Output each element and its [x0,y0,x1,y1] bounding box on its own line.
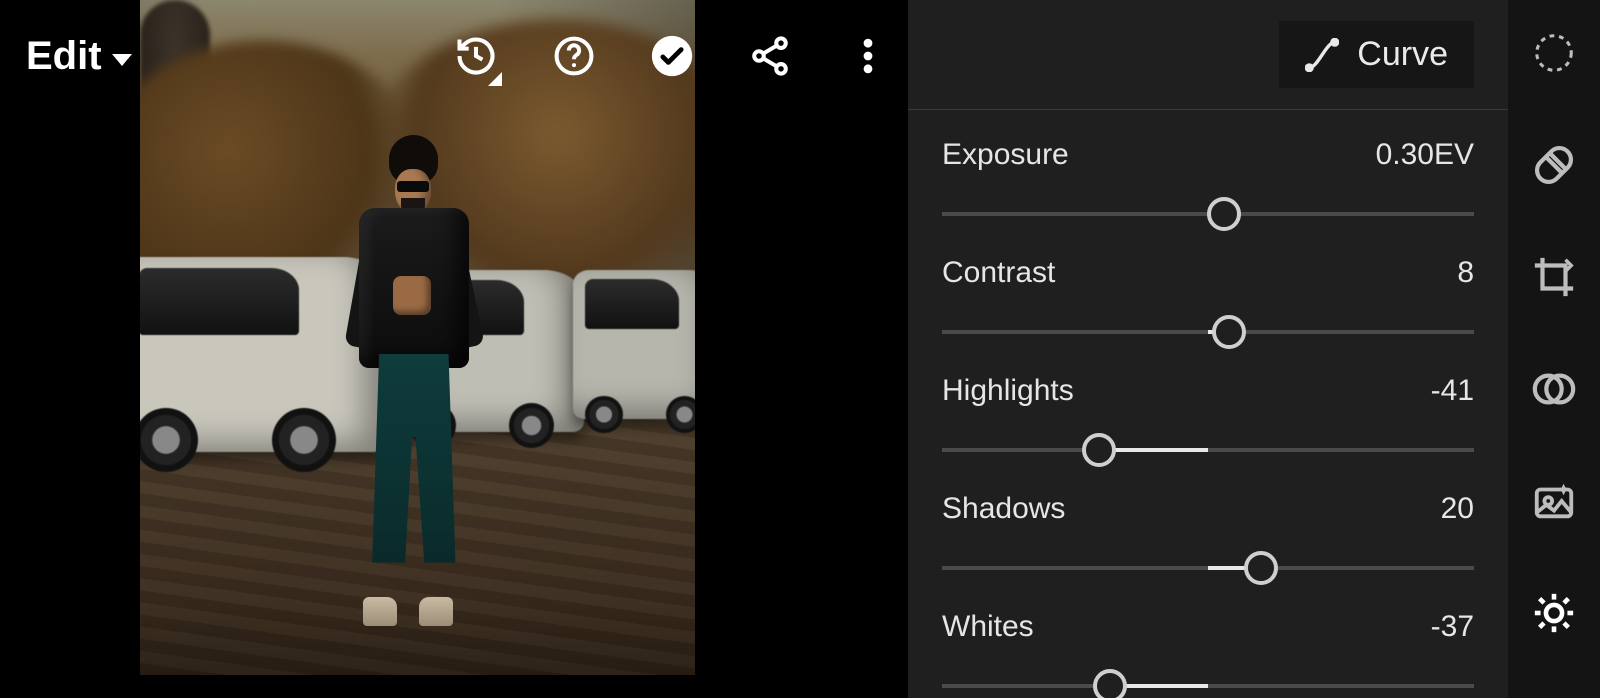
sliders-container: Exposure 0.30EV Contrast 8 Highlights -41 Shad… [908,110,1508,698]
slider-track[interactable] [942,544,1474,592]
submenu-indicator-icon [488,72,502,86]
share-icon[interactable] [748,34,792,78]
slider-thumb[interactable] [1093,669,1127,698]
slider-value: 20 [1441,492,1474,526]
curve-button[interactable]: Curve [1279,21,1474,88]
slider-value: -41 [1431,374,1474,408]
history-icon[interactable] [454,34,498,78]
edit-mode-label: Edit [26,34,102,79]
curve-button-label: Curve [1357,35,1448,74]
slider-track[interactable] [942,662,1474,698]
slider-contrast: Contrast 8 [908,238,1508,356]
preview-image[interactable] [140,0,695,675]
slider-thumb[interactable] [1212,315,1246,349]
slider-track[interactable] [942,426,1474,474]
masking-icon[interactable] [1531,30,1577,76]
slider-thumb[interactable] [1082,433,1116,467]
slider-value: 8 [1457,256,1474,290]
check-circle-icon[interactable] [650,34,694,78]
help-icon[interactable] [552,34,596,78]
panel-header: Curve [908,0,1508,110]
lens-blur-icon[interactable] [1531,366,1577,412]
slider-track[interactable] [942,190,1474,238]
edit-mode-dropdown[interactable]: Edit [26,34,132,79]
more-vert-icon[interactable] [846,34,890,78]
slider-whites: Whites -37 [908,592,1508,698]
slider-label: Whites [942,610,1034,644]
slider-highlights: Highlights -41 [908,356,1508,474]
chevron-down-icon [112,54,132,66]
slider-label: Highlights [942,374,1074,408]
slider-label: Exposure [942,138,1069,172]
slider-exposure: Exposure 0.30EV [908,120,1508,238]
tool-rail [1508,0,1600,698]
slider-thumb[interactable] [1207,197,1241,231]
slider-thumb[interactable] [1244,551,1278,585]
healing-icon[interactable] [1531,142,1577,188]
top-toolbar [454,34,890,78]
right-panel: Curve Exposure 0.30EV Contrast 8 Highlights -… [908,0,1600,698]
slider-track[interactable] [942,308,1474,356]
slider-value: 0.30EV [1376,138,1474,172]
slider-label: Shadows [942,492,1065,526]
slider-value: -37 [1431,610,1474,644]
crop-icon[interactable] [1531,254,1577,300]
preview-area: Edit [0,0,908,698]
light-panel-icon[interactable] [1531,590,1577,636]
slider-label: Contrast [942,256,1055,290]
ai-enhance-icon[interactable] [1531,478,1577,524]
slider-shadows: Shadows 20 [908,474,1508,592]
curve-icon [1305,38,1339,72]
adjustments-panel: Curve Exposure 0.30EV Contrast 8 Highlights -… [908,0,1508,698]
app-root: Edit [0,0,1600,698]
